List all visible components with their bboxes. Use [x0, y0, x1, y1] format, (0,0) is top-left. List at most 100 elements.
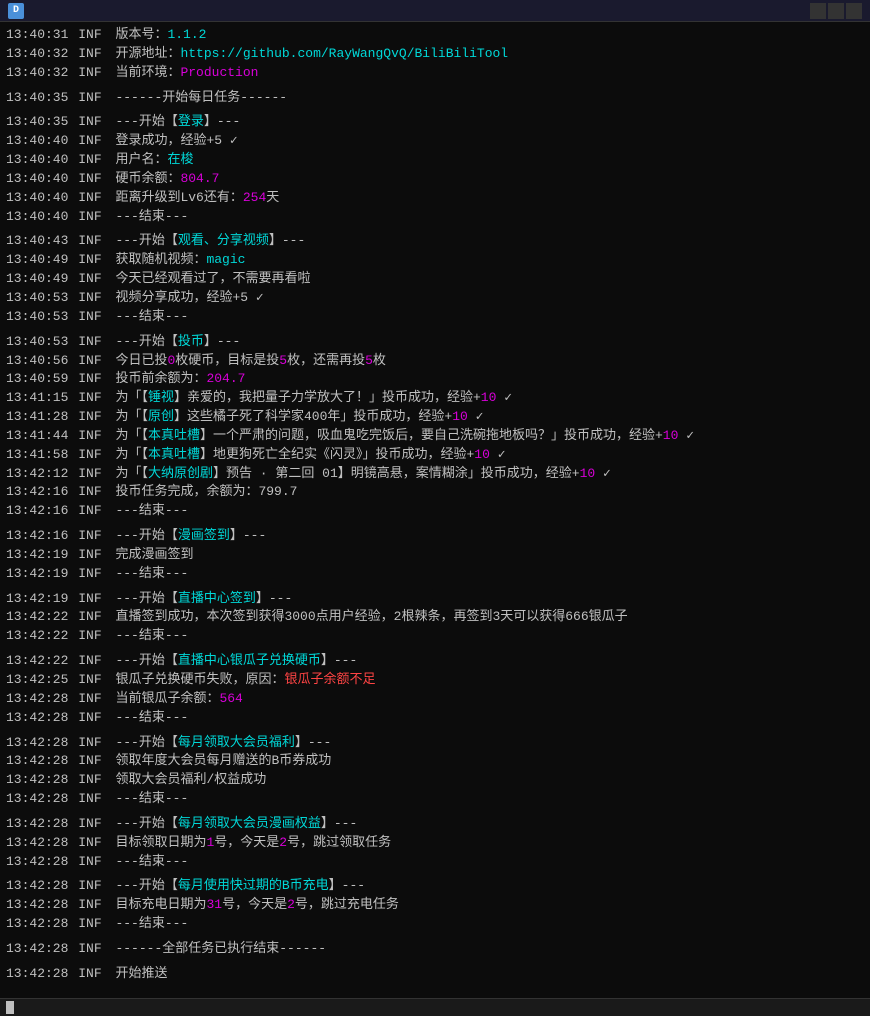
timestamp: 13:42:28 [6, 877, 76, 896]
log-level: INF [78, 170, 109, 189]
log-message: ------开始每日任务------ [115, 89, 864, 108]
log-part: 254 [243, 190, 266, 205]
log-part: 领取大会员福利/权益成功 [115, 772, 266, 787]
log-message: ---结束--- [115, 790, 864, 809]
log-message: ---开始【直播中心签到】--- [115, 590, 864, 609]
log-level: INF [78, 940, 109, 959]
log-message: ---结束--- [115, 709, 864, 728]
log-line: 13:40:59 INF 投币前余额为：204.7 [6, 370, 864, 389]
log-message: 今天已经观看过了，不需要再看啦 [115, 270, 864, 289]
log-level: INF [78, 896, 109, 915]
maximize-button[interactable] [828, 3, 844, 19]
log-level: INF [78, 308, 109, 327]
timestamp: 13:40:49 [6, 251, 76, 270]
log-part: 为「【 [115, 390, 148, 405]
log-line: 13:40:35 INF ------开始每日任务------ [6, 89, 864, 108]
log-message: ---开始【投币】--- [115, 333, 864, 352]
log-level: INF [78, 690, 109, 709]
log-message: ---开始【漫画签到】--- [115, 527, 864, 546]
log-message: 距离升级到Lv6还有：254天 [115, 189, 864, 208]
log-part: 10 [452, 409, 468, 424]
log-part: 】--- [256, 591, 292, 606]
title-bar-buttons [810, 3, 862, 19]
log-part: 在梭 [167, 152, 193, 167]
timestamp: 13:42:28 [6, 734, 76, 753]
timestamp: 13:40:40 [6, 208, 76, 227]
log-part: 开始推送 [115, 966, 167, 981]
close-button[interactable] [846, 3, 862, 19]
log-part: ---结束--- [115, 710, 188, 725]
log-level: INF [78, 527, 109, 546]
log-message: ---结束--- [115, 853, 864, 872]
log-level: INF [78, 565, 109, 584]
log-level: INF [78, 289, 109, 308]
log-message: ---结束--- [115, 208, 864, 227]
log-part: 直播签到成功，本次签到获得3000点用户经验，2根辣条，再签到3天可以获得666… [115, 609, 627, 624]
timestamp: 13:42:28 [6, 771, 76, 790]
timestamp: 13:42:28 [6, 690, 76, 709]
status-bar [0, 998, 870, 1016]
log-line: 13:42:28 INF 当前银瓜子余额：564 [6, 690, 864, 709]
log-part: ---结束--- [115, 503, 188, 518]
log-message: 开始推送 [115, 965, 864, 984]
log-part: ---结束--- [115, 791, 188, 806]
log-part: 版本号： [115, 27, 167, 42]
log-part: 直播中心银瓜子兑换硬币 [178, 653, 321, 668]
log-part: 10 [481, 390, 497, 405]
log-part: 大纳原创剧 [148, 466, 213, 481]
status-text [6, 1001, 14, 1014]
log-level: INF [78, 709, 109, 728]
log-line: 13:42:28 INF ---结束--- [6, 853, 864, 872]
log-line: 13:40:32 INF 当前环境：Production [6, 64, 864, 83]
log-part: ✓ [490, 447, 506, 462]
log-message: 开源地址：https://github.com/RayWangQvQ/BiliB… [115, 45, 864, 64]
log-part: 】一个严肃的问题，吸血鬼吃完饭后，要自己洗碗拖地板吗？」投币成功，经验+ [200, 428, 663, 443]
log-part: ---开始【 [115, 735, 177, 750]
log-level: INF [78, 352, 109, 371]
log-part: 10 [663, 428, 679, 443]
log-line: 13:40:53 INF 视频分享成功，经验+5 ✓ [6, 289, 864, 308]
log-line: 13:40:49 INF 获取随机视频：magic [6, 251, 864, 270]
timestamp: 13:42:22 [6, 608, 76, 627]
log-message: 今日已投0枚硬币，目标是投5枚，还需再投5枚 [115, 352, 864, 371]
log-level: INF [78, 627, 109, 646]
log-message: 领取大会员福利/权益成功 [115, 771, 864, 790]
timestamp: 13:40:40 [6, 170, 76, 189]
log-line: 13:42:16 INF ---结束--- [6, 502, 864, 521]
log-message: 为「【锤视】亲爱的，我把量子力学放大了！」投币成功，经验+10 ✓ [115, 389, 864, 408]
log-message: 用户名：在梭 [115, 151, 864, 170]
log-line: 13:42:28 INF ---结束--- [6, 709, 864, 728]
log-line: 13:42:28 INF 目标充电日期为31号，今天是2号，跳过充电任务 [6, 896, 864, 915]
log-line: 13:40:40 INF 登录成功，经验+5 ✓ [6, 132, 864, 151]
timestamp: 13:42:28 [6, 896, 76, 915]
log-line: 13:42:22 INF ---结束--- [6, 627, 864, 646]
log-message: 为「【本真吐槽】一个严肃的问题，吸血鬼吃完饭后，要自己洗碗拖地板吗？」投币成功，… [115, 427, 864, 446]
log-line: 13:42:25 INF 银瓜子兑换硬币失败，原因：银瓜子余额不足 [6, 671, 864, 690]
log-part: 804.7 [180, 171, 219, 186]
log-part: 为「【 [115, 447, 148, 462]
timestamp: 13:42:28 [6, 965, 76, 984]
log-message: 为「【本真吐槽】地更狗死亡全纪实《闪灵》」投币成功，经验+10 ✓ [115, 446, 864, 465]
log-line: 13:40:49 INF 今天已经观看过了，不需要再看啦 [6, 270, 864, 289]
timestamp: 13:42:28 [6, 815, 76, 834]
log-part: 】--- [204, 114, 240, 129]
timestamp: 13:42:19 [6, 590, 76, 609]
log-part: 号，跳过领取任务 [287, 835, 391, 850]
log-part: 每月领取大会员漫画权益 [178, 816, 321, 831]
timestamp: 13:42:28 [6, 752, 76, 771]
log-part: 当前环境： [115, 65, 180, 80]
log-line: 13:40:32 INF 开源地址：https://github.com/Ray… [6, 45, 864, 64]
log-message: 当前银瓜子余额：564 [115, 690, 864, 709]
log-part: ---开始【 [115, 334, 177, 349]
log-part: ---开始【 [115, 653, 177, 668]
console-area: 13:40:31 INF 版本号：1.1.213:40:32 INF 开源地址：… [0, 22, 870, 998]
log-part: 当前银瓜子余额： [115, 691, 219, 706]
timestamp: 13:42:22 [6, 627, 76, 646]
log-part: 登录 [178, 114, 204, 129]
log-line: 13:40:40 INF 硬币余额：804.7 [6, 170, 864, 189]
log-part: 204.7 [206, 371, 245, 386]
minimize-button[interactable] [810, 3, 826, 19]
log-part: 】--- [295, 735, 331, 750]
timestamp: 13:42:16 [6, 527, 76, 546]
log-message: ------全部任务已执行结束------ [115, 940, 864, 959]
